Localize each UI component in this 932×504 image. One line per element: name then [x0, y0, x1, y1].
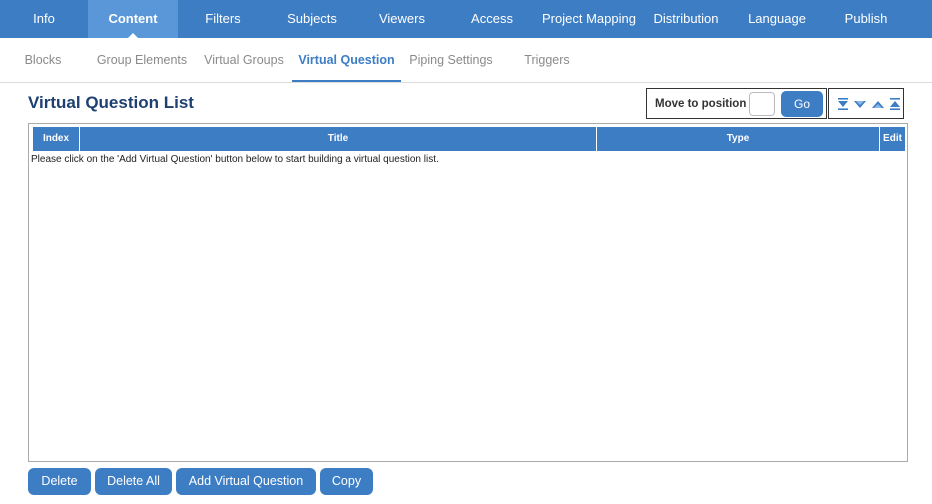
- tab-filters[interactable]: Filters: [178, 0, 268, 38]
- subtab-blocks[interactable]: Blocks: [14, 38, 72, 82]
- reorder-controls: [828, 88, 904, 119]
- tab-viewers[interactable]: Viewers: [356, 0, 448, 38]
- copy-button[interactable]: Copy: [320, 468, 373, 495]
- tab-subjects[interactable]: Subjects: [268, 0, 356, 38]
- sub-nav: Blocks Group Elements Virtual Groups Vir…: [0, 38, 932, 83]
- move-to-top-icon[interactable]: [888, 97, 902, 111]
- tab-info[interactable]: Info: [0, 0, 88, 38]
- move-down-icon[interactable]: [853, 97, 867, 111]
- virtual-question-table: Index Title Type Edit Please click on th…: [28, 123, 908, 462]
- column-header-type[interactable]: Type: [597, 127, 880, 151]
- position-input[interactable]: [749, 92, 775, 116]
- subtab-virtual-question[interactable]: Virtual Question: [292, 38, 401, 82]
- table-header: Index Title Type Edit: [33, 127, 905, 151]
- move-to-bottom-icon[interactable]: [836, 97, 850, 111]
- tab-access[interactable]: Access: [448, 0, 536, 38]
- tab-language[interactable]: Language: [730, 0, 824, 38]
- delete-button[interactable]: Delete: [28, 468, 91, 495]
- go-button[interactable]: Go: [781, 91, 823, 117]
- move-to-position-panel: Move to position Go: [646, 88, 827, 119]
- page-title: Virtual Question List: [28, 93, 194, 112]
- tab-publish[interactable]: Publish: [824, 0, 908, 38]
- subtab-triggers[interactable]: Triggers: [516, 38, 578, 82]
- delete-all-button[interactable]: Delete All: [95, 468, 172, 495]
- tab-content[interactable]: Content: [88, 0, 178, 38]
- empty-state-message: Please click on the 'Add Virtual Questio…: [31, 154, 439, 165]
- column-header-index[interactable]: Index: [33, 127, 80, 151]
- subtab-group-elements[interactable]: Group Elements: [92, 38, 192, 82]
- move-up-icon[interactable]: [871, 97, 885, 111]
- subtab-piping-settings[interactable]: Piping Settings: [404, 38, 498, 82]
- move-to-position-label: Move to position: [655, 98, 747, 110]
- top-nav: Info Content Filters Subjects Viewers Ac…: [0, 0, 932, 38]
- tab-project-mapping[interactable]: Project Mapping: [536, 0, 642, 38]
- add-virtual-question-button[interactable]: Add Virtual Question: [176, 468, 316, 495]
- subtab-virtual-groups[interactable]: Virtual Groups: [200, 38, 288, 82]
- tab-distribution[interactable]: Distribution: [642, 0, 730, 38]
- column-header-title[interactable]: Title: [80, 127, 597, 151]
- column-header-edit[interactable]: Edit: [880, 127, 905, 151]
- tab-content-label: Content: [108, 11, 158, 26]
